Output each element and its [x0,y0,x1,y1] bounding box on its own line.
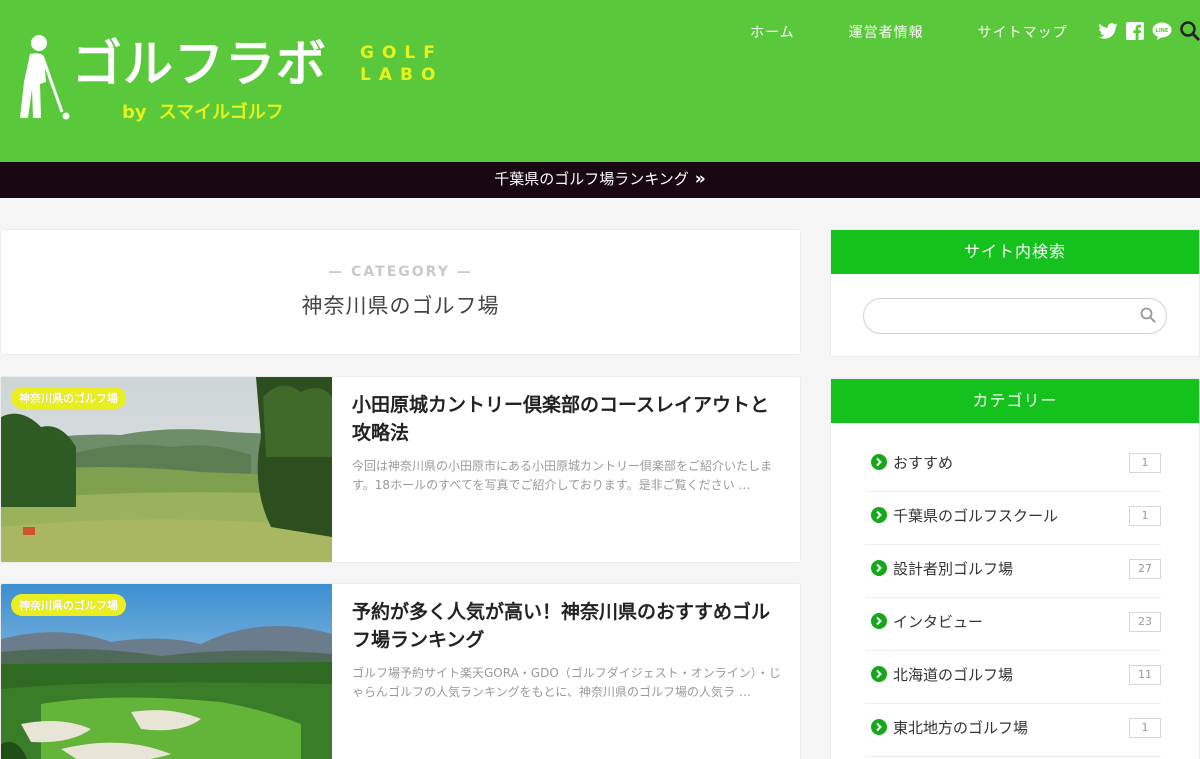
article-title[interactable]: 小田原城カントリー倶楽部のコースレイアウトと攻略法 [352,391,782,447]
category-item[interactable]: 北海道のゴルフ場 11 [865,651,1161,704]
chevron-circle-icon [871,454,887,470]
site-logo[interactable]: ゴルフラボ GOLF LABO by スマイルゴルフ [10,34,450,124]
category-label[interactable]: 東北地方のゴルフ場 [893,717,1028,738]
header-ticker: 千葉県のゴルフ場ランキング » [0,162,1200,198]
category-count: 1 [1129,453,1161,473]
search-box [863,298,1167,334]
chevron-circle-icon [871,719,887,735]
search-icon[interactable] [1140,307,1156,327]
category-count: 11 [1129,665,1161,685]
category-list: おすすめ 1 千葉県のゴルフスクール 1 設計者別ゴルフ場 27 インタビュー … [831,423,1199,757]
category-label[interactable]: おすすめ [893,452,953,473]
page-title: 神奈川県のゴルフ場 [301,294,500,318]
main-nav: ホーム 運営者情報 サイトマップ [722,22,1122,44]
nav-about[interactable]: 運営者情報 [849,22,924,44]
search-widget: サイト内検索 [830,229,1200,357]
article-card[interactable]: 神奈川県のゴルフ場 予約が多く人気が高い！神奈川県のおすすめゴルフ場ランキング … [0,583,801,759]
article-card[interactable]: 神奈川県のゴルフ場 小田原城カントリー倶楽部のコースレイアウトと攻略法 今回は神… [0,376,801,563]
category-widget: カテゴリー おすすめ 1 千葉県のゴルフスクール 1 設計者別ゴルフ場 27 イ… [830,378,1200,759]
chevron-circle-icon [871,666,887,682]
ticker-text: 千葉県のゴルフ場ランキング [494,170,689,188]
chevron-circle-icon [871,560,887,576]
widget-title: カテゴリー [831,379,1199,423]
logo-english-text: GOLF LABO [360,42,443,86]
nav-home[interactable]: ホーム [750,22,795,44]
article-excerpt: ゴルフ場予約サイト楽天GORA・GDO（ゴルフダイジェスト・オンライン）・じゃら… [352,666,781,699]
line-icon[interactable]: LINE [1152,22,1172,44]
category-count: 1 [1129,718,1161,738]
chevron-circle-icon [871,613,887,629]
logo-en-line2: LABO [360,65,444,85]
article-title[interactable]: 予約が多く人気が高い！神奈川県のおすすめゴルフ場ランキング [352,598,782,654]
site-header: ゴルフラボ GOLF LABO by スマイルゴルフ ホーム 運営者情報 サイトマ… [0,0,1200,162]
category-count: 1 [1129,506,1161,526]
search-icon[interactable] [1180,21,1200,45]
article-thumbnail[interactable]: 神奈川県のゴルフ場 [1,584,332,759]
facebook-icon[interactable] [1126,22,1144,44]
category-label[interactable]: インタビュー [893,611,983,632]
search-input[interactable] [878,299,1138,333]
search-wrap [831,274,1199,334]
category-item[interactable]: インタビュー 23 [865,598,1161,651]
category-tag[interactable]: 神奈川県のゴルフ場 [11,594,126,616]
chevron-circle-icon [871,507,887,523]
chevron-right-icon: » [694,169,706,189]
logo-by: by [122,102,147,123]
ticker-link[interactable]: 千葉県のゴルフ場ランキング » [494,169,706,189]
article-thumbnail[interactable]: 神奈川県のゴルフ場 [1,377,332,562]
logo-main-text: ゴルフラボ [72,35,327,93]
logo-en-line1: GOLF [360,43,443,63]
category-tag[interactable]: 神奈川県のゴルフ場 [11,387,126,409]
category-label[interactable]: 千葉県のゴルフスクール [893,505,1058,526]
category-label[interactable]: 北海道のゴルフ場 [893,664,1013,685]
social-links: LINE [1098,21,1200,45]
nav-sitemap[interactable]: サイトマップ [978,22,1068,44]
category-item[interactable]: 設計者別ゴルフ場 27 [865,545,1161,598]
category-count: 23 [1129,612,1161,632]
golfer-icon [20,35,70,120]
article-excerpt: 今回は神奈川県の小田原市にある小田原城カントリー倶楽部をご紹介いたします。18ホ… [352,459,773,492]
category-count: 27 [1129,559,1161,579]
category-item[interactable]: 東北地方のゴルフ場 1 [865,704,1161,757]
category-label: — CATEGORY — [328,264,473,280]
twitter-icon[interactable] [1098,23,1118,43]
widget-title: サイト内検索 [831,230,1199,274]
category-label[interactable]: 設計者別ゴルフ場 [893,558,1013,579]
logo-brand: スマイルゴルフ [158,102,284,123]
category-header: — CATEGORY — 神奈川県のゴルフ場 [0,229,801,355]
category-item[interactable]: 千葉県のゴルフスクール 1 [865,492,1161,545]
svg-text:LINE: LINE [1156,28,1169,34]
logo-byline: by スマイルゴルフ [122,98,284,124]
category-item[interactable]: おすすめ 1 [865,439,1161,492]
